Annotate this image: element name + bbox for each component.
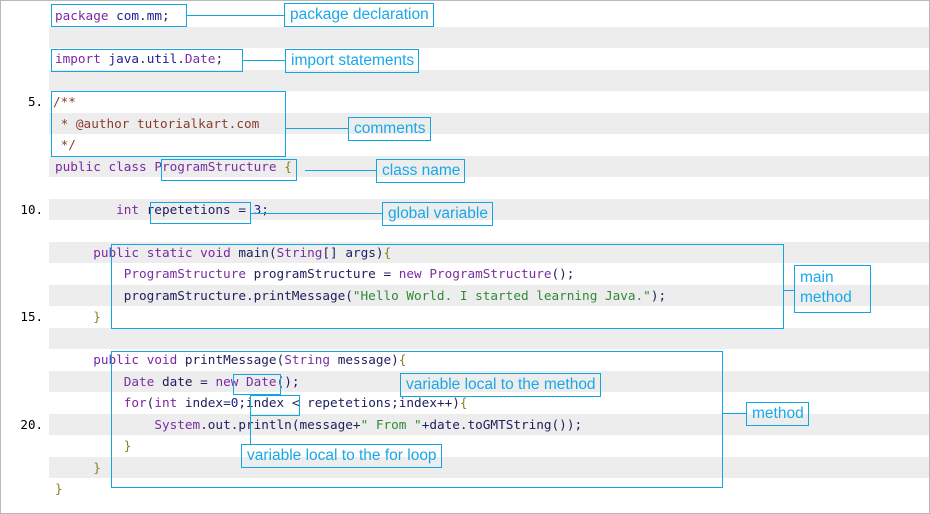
code-line-14: programStructure.printMessage("Hello Wor… (123, 287, 667, 303)
line-number: 15. (20, 309, 43, 324)
code-line-22: } (93, 459, 101, 475)
code-line-8: public class ProgramStructure { (55, 158, 292, 174)
code-line-6: * @author tutorialkart.com (53, 115, 260, 131)
code-line-5: /** (53, 94, 76, 109)
code-listing: package com.mm; import java.util.Date; /… (49, 1, 929, 513)
code-line-12: public static void main(String[] args){ (93, 244, 392, 260)
code-line-18: Date date = new Date(); (123, 373, 300, 389)
code-line-1: package com.mm; (55, 8, 170, 23)
line-number: 5. (27, 94, 43, 109)
code-line-17: public void printMessage(String message)… (93, 352, 407, 367)
line-number: 10. (20, 201, 43, 217)
code-line-13: ProgramStructure programStructure = new … (123, 266, 575, 281)
code-line-10: int repetetions = 3; (116, 201, 269, 217)
code-line-20: System.out.println(message+" From "+date… (154, 416, 583, 432)
code-line-23: } (55, 481, 63, 496)
line-number-gutter: 5. 10. 15. 20. (1, 1, 49, 513)
line-number: 20. (20, 416, 43, 432)
code-line-7: */ (53, 137, 76, 152)
code-line-15: } (93, 309, 101, 324)
code-line-3: import java.util.Date; (55, 51, 224, 66)
figure-canvas: 5. 10. 15. 20. package com.mm; import ja… (0, 0, 930, 514)
code-line-21: } (123, 438, 132, 453)
code-line-19: for(int index=0;index < repetetions;inde… (123, 395, 468, 410)
